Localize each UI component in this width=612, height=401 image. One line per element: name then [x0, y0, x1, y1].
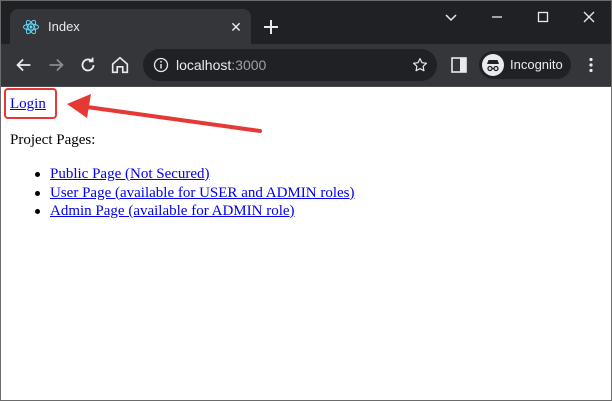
project-pages-heading: Project Pages:: [10, 132, 96, 148]
list-item: Public Page (Not Secured): [35, 165, 355, 184]
react-icon: [23, 19, 39, 35]
project-pages-list: Public Page (Not Secured) User Page (ava…: [35, 165, 355, 221]
tab-search-chevron-down-icon[interactable]: [441, 7, 461, 27]
admin-page-link[interactable]: Admin Page (available for ADMIN role): [50, 203, 295, 219]
tab-close-icon[interactable]: ✕: [227, 18, 245, 36]
tab-index[interactable]: Index ✕: [10, 9, 251, 44]
incognito-label: Incognito: [510, 57, 563, 72]
public-page-link[interactable]: Public Page (Not Secured): [50, 166, 210, 182]
url-text[interactable]: localhost:3000: [176, 56, 266, 74]
home-icon[interactable]: [109, 54, 131, 76]
browser-toolbar: localhost:3000 Incognito: [1, 44, 611, 87]
reload-icon[interactable]: [77, 54, 99, 76]
maximize-icon[interactable]: [533, 7, 553, 27]
more-vert-icon[interactable]: [581, 55, 601, 75]
page-content: Login Project Pages: Public Page (Not Se…: [1, 87, 611, 400]
list-item: User Page (available for USER and ADMIN …: [35, 184, 355, 203]
user-page-link[interactable]: User Page (available for USER and ADMIN …: [50, 185, 355, 201]
incognito-profile-button[interactable]: Incognito: [479, 51, 571, 79]
url-port: :3000: [231, 57, 267, 73]
browser-window: Index ✕ localhost:3000 Incognito Login P…: [0, 0, 612, 401]
incognito-icon: [482, 54, 504, 76]
bookmark-star-icon[interactable]: [411, 56, 429, 74]
tab-title: Index: [48, 19, 80, 34]
address-bar[interactable]: localhost:3000: [143, 49, 437, 81]
tab-strip: Index ✕: [1, 1, 611, 44]
list-item: Admin Page (available for ADMIN role): [35, 202, 355, 221]
back-arrow-icon[interactable]: [13, 54, 35, 76]
side-panel-icon[interactable]: [450, 56, 468, 74]
site-info-icon[interactable]: [153, 57, 169, 73]
login-annotation-box: [4, 88, 57, 119]
close-icon[interactable]: [579, 7, 599, 27]
url-host: localhost: [176, 57, 232, 73]
new-tab-button[interactable]: [259, 15, 283, 39]
minimize-icon[interactable]: [487, 7, 507, 27]
forward-arrow-icon[interactable]: [45, 54, 67, 76]
